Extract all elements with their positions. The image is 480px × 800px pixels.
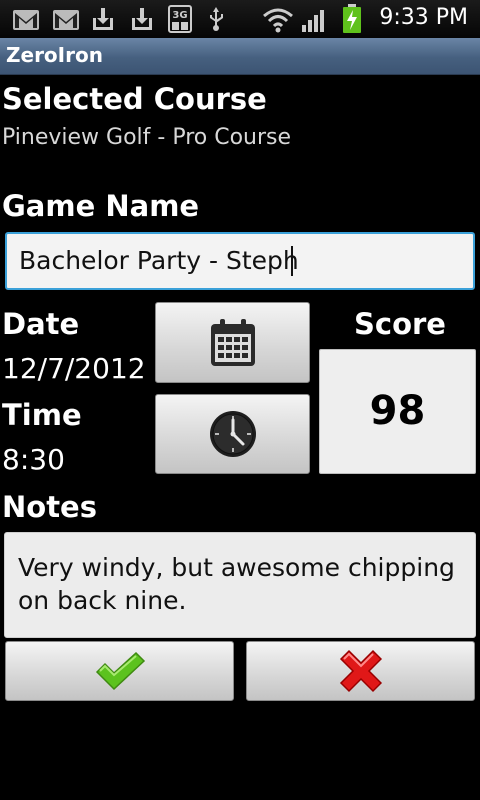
cancel-button[interactable] bbox=[246, 641, 475, 701]
status-time: 9:33 PM bbox=[379, 5, 468, 30]
status-bar: 3G 9:33 PM bbox=[0, 0, 480, 38]
confirm-button[interactable] bbox=[5, 641, 234, 701]
time-heading: Time bbox=[2, 398, 82, 432]
calendar-icon bbox=[210, 318, 255, 366]
x-icon bbox=[339, 649, 382, 693]
game-name-heading: Game Name bbox=[2, 189, 200, 223]
signal-icon bbox=[302, 10, 324, 32]
time-value: 8:30 bbox=[2, 443, 65, 476]
score-field[interactable]: 98 bbox=[319, 349, 476, 474]
notes-heading: Notes bbox=[2, 490, 97, 524]
selected-course-heading: Selected Course bbox=[2, 82, 267, 116]
game-name-value: Bachelor Party - Steph bbox=[19, 246, 299, 275]
usb-icon bbox=[210, 7, 223, 31]
date-picker-button[interactable] bbox=[155, 302, 310, 383]
date-value: 12/7/2012 bbox=[2, 352, 146, 385]
battery-charging-icon bbox=[343, 4, 361, 33]
check-icon bbox=[95, 651, 145, 691]
clock-icon bbox=[209, 411, 256, 457]
notes-value: Very windy, but awesome chipping on back… bbox=[18, 553, 455, 615]
download-icon bbox=[132, 8, 152, 30]
selected-course-name: Pineview Golf - Pro Course bbox=[2, 125, 292, 150]
3g-icon: 3G bbox=[168, 5, 192, 33]
score-value: 98 bbox=[369, 388, 426, 434]
text-cursor bbox=[291, 246, 293, 276]
time-picker-button[interactable] bbox=[155, 394, 310, 474]
download-icon bbox=[93, 8, 113, 30]
gmail-icon bbox=[53, 10, 79, 30]
app-title: ZeroIron bbox=[6, 43, 103, 67]
score-heading: Score bbox=[354, 307, 446, 341]
wifi-icon bbox=[263, 8, 293, 33]
app-title-bar: ZeroIron bbox=[0, 38, 480, 75]
gmail-icon bbox=[13, 10, 39, 30]
date-heading: Date bbox=[2, 307, 80, 341]
game-name-input[interactable]: Bachelor Party - Steph bbox=[5, 232, 475, 290]
notes-input[interactable]: Very windy, but awesome chipping on back… bbox=[4, 532, 476, 638]
svg-text:3G: 3G bbox=[172, 10, 187, 21]
